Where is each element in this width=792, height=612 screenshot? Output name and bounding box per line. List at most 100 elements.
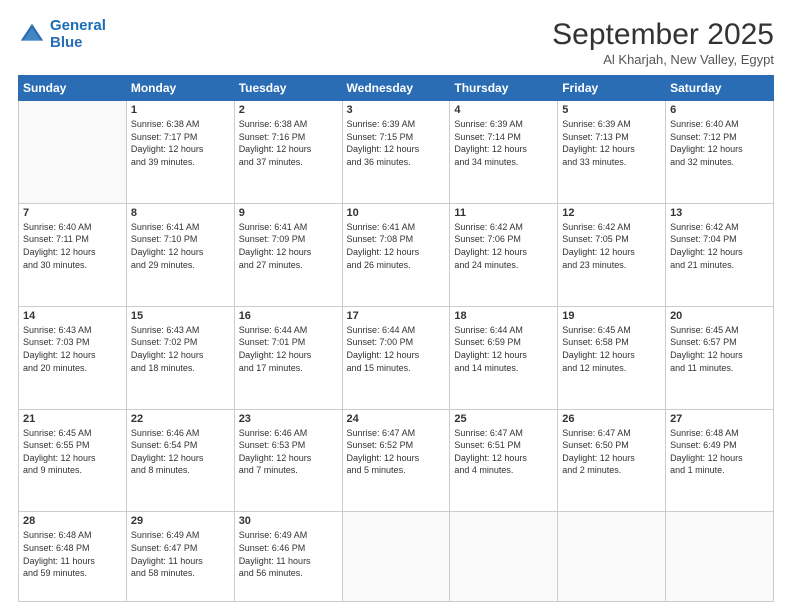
day-number: 12 — [562, 207, 661, 219]
calendar-cell: 24 Sunrise: 6:47 AM Sunset: 6:52 PM Dayli… — [342, 409, 450, 512]
day-info: Sunrise: 6:47 AM Sunset: 6:51 PM Dayligh… — [454, 427, 553, 477]
day-number: 28 — [23, 515, 122, 527]
day-number: 21 — [23, 413, 122, 425]
day-number: 24 — [347, 413, 446, 425]
day-info: Sunrise: 6:46 AM Sunset: 6:53 PM Dayligh… — [239, 427, 338, 477]
header: General Blue September 2025 Al Kharjah, … — [18, 18, 774, 67]
day-number: 23 — [239, 413, 338, 425]
calendar-cell: 17Sunrise: 6:44 AM Sunset: 7:00 PM Dayli… — [342, 306, 450, 409]
calendar-week-row: 21 Sunrise: 6:45 AM Sunset: 6:55 PM Dayli… — [19, 409, 774, 512]
day-info: Sunrise: 6:38 AM Sunset: 7:17 PM Dayligh… — [131, 118, 230, 168]
calendar-cell: 19Sunrise: 6:45 AM Sunset: 6:58 PM Dayli… — [558, 306, 666, 409]
month-title: September 2025 — [552, 18, 774, 52]
day-number: 3 — [347, 104, 446, 116]
calendar-cell — [342, 512, 450, 602]
calendar-cell: 14 Sunrise: 6:43 AM Sunset: 7:03 PM Dayli… — [19, 306, 127, 409]
calendar-cell — [450, 512, 558, 602]
day-number: 10 — [347, 207, 446, 219]
calendar-cell: 2 Sunrise: 6:38 AM Sunset: 7:16 PM Daylig… — [234, 101, 342, 204]
day-info: Sunrise: 6:49 AM Sunset: 6:46 PM Dayligh… — [239, 529, 338, 579]
calendar-cell: 18 Sunrise: 6:44 AM Sunset: 6:59 PM Dayli… — [450, 306, 558, 409]
weekday-header: Monday — [126, 76, 234, 101]
day-info: Sunrise: 6:49 AM Sunset: 6:47 PM Dayligh… — [131, 529, 230, 579]
weekday-header: Saturday — [666, 76, 774, 101]
calendar-cell: 4Sunrise: 6:39 AM Sunset: 7:14 PM Daylig… — [450, 101, 558, 204]
day-number: 26 — [562, 413, 661, 425]
calendar-cell: 12 Sunrise: 6:42 AM Sunset: 7:05 PM Dayli… — [558, 203, 666, 306]
calendar-cell: 16 Sunrise: 6:44 AM Sunset: 7:01 PM Dayli… — [234, 306, 342, 409]
day-info: Sunrise: 6:48 AM Sunset: 6:48 PM Dayligh… — [23, 529, 122, 579]
day-number: 18 — [454, 310, 553, 322]
calendar-cell: 23 Sunrise: 6:46 AM Sunset: 6:53 PM Dayli… — [234, 409, 342, 512]
calendar-cell: 30 Sunrise: 6:49 AM Sunset: 6:46 PM Dayli… — [234, 512, 342, 602]
day-info: Sunrise: 6:44 AM Sunset: 6:59 PM Dayligh… — [454, 324, 553, 374]
day-number: 7 — [23, 207, 122, 219]
day-info: Sunrise: 6:45 AM Sunset: 6:55 PM Dayligh… — [23, 427, 122, 477]
calendar-cell: 20Sunrise: 6:45 AM Sunset: 6:57 PM Dayli… — [666, 306, 774, 409]
calendar-header-row: SundayMondayTuesdayWednesdayThursdayFrid… — [19, 76, 774, 101]
day-number: 14 — [23, 310, 122, 322]
day-number: 25 — [454, 413, 553, 425]
weekday-header: Wednesday — [342, 76, 450, 101]
day-info: Sunrise: 6:47 AM Sunset: 6:52 PM Dayligh… — [347, 427, 446, 477]
calendar-cell: 5 Sunrise: 6:39 AM Sunset: 7:13 PM Daylig… — [558, 101, 666, 204]
day-number: 1 — [131, 104, 230, 116]
calendar-cell: 1 Sunrise: 6:38 AM Sunset: 7:17 PM Daylig… — [126, 101, 234, 204]
day-number: 4 — [454, 104, 553, 116]
day-info: Sunrise: 6:47 AM Sunset: 6:50 PM Dayligh… — [562, 427, 661, 477]
calendar-cell: 29Sunrise: 6:49 AM Sunset: 6:47 PM Dayli… — [126, 512, 234, 602]
day-number: 5 — [562, 104, 661, 116]
day-info: Sunrise: 6:42 AM Sunset: 7:06 PM Dayligh… — [454, 221, 553, 271]
calendar-cell: 9Sunrise: 6:41 AM Sunset: 7:09 PM Daylig… — [234, 203, 342, 306]
day-info: Sunrise: 6:38 AM Sunset: 7:16 PM Dayligh… — [239, 118, 338, 168]
logo-general: General — [50, 17, 106, 34]
day-info: Sunrise: 6:42 AM Sunset: 7:04 PM Dayligh… — [670, 221, 769, 271]
day-number: 17 — [347, 310, 446, 322]
calendar-week-row: 7Sunrise: 6:40 AM Sunset: 7:11 PM Daylig… — [19, 203, 774, 306]
calendar-cell — [666, 512, 774, 602]
weekday-header: Sunday — [19, 76, 127, 101]
day-number: 22 — [131, 413, 230, 425]
day-info: Sunrise: 6:41 AM Sunset: 7:10 PM Dayligh… — [131, 221, 230, 271]
calendar-cell: 7Sunrise: 6:40 AM Sunset: 7:11 PM Daylig… — [19, 203, 127, 306]
calendar-cell: 10 Sunrise: 6:41 AM Sunset: 7:08 PM Dayli… — [342, 203, 450, 306]
day-number: 15 — [131, 310, 230, 322]
calendar-cell: 28 Sunrise: 6:48 AM Sunset: 6:48 PM Dayli… — [19, 512, 127, 602]
day-info: Sunrise: 6:44 AM Sunset: 7:01 PM Dayligh… — [239, 324, 338, 374]
calendar-cell: 25 Sunrise: 6:47 AM Sunset: 6:51 PM Dayli… — [450, 409, 558, 512]
day-info: Sunrise: 6:45 AM Sunset: 6:57 PM Dayligh… — [670, 324, 769, 374]
weekday-header: Tuesday — [234, 76, 342, 101]
logo-icon — [18, 21, 46, 49]
day-info: Sunrise: 6:42 AM Sunset: 7:05 PM Dayligh… — [562, 221, 661, 271]
calendar-cell: 26 Sunrise: 6:47 AM Sunset: 6:50 PM Dayli… — [558, 409, 666, 512]
location: Al Kharjah, New Valley, Egypt — [552, 52, 774, 67]
day-number: 2 — [239, 104, 338, 116]
calendar-cell: 21 Sunrise: 6:45 AM Sunset: 6:55 PM Dayli… — [19, 409, 127, 512]
day-info: Sunrise: 6:40 AM Sunset: 7:12 PM Dayligh… — [670, 118, 769, 168]
day-number: 11 — [454, 207, 553, 219]
day-info: Sunrise: 6:43 AM Sunset: 7:03 PM Dayligh… — [23, 324, 122, 374]
day-info: Sunrise: 6:45 AM Sunset: 6:58 PM Dayligh… — [562, 324, 661, 374]
day-info: Sunrise: 6:39 AM Sunset: 7:13 PM Dayligh… — [562, 118, 661, 168]
day-info: Sunrise: 6:41 AM Sunset: 7:08 PM Dayligh… — [347, 221, 446, 271]
day-info: Sunrise: 6:39 AM Sunset: 7:15 PM Dayligh… — [347, 118, 446, 168]
calendar-cell: 8 Sunrise: 6:41 AM Sunset: 7:10 PM Daylig… — [126, 203, 234, 306]
day-info: Sunrise: 6:48 AM Sunset: 6:49 PM Dayligh… — [670, 427, 769, 477]
calendar-cell: 3 Sunrise: 6:39 AM Sunset: 7:15 PM Daylig… — [342, 101, 450, 204]
title-block: September 2025 Al Kharjah, New Valley, E… — [552, 18, 774, 67]
day-number: 16 — [239, 310, 338, 322]
calendar-cell — [558, 512, 666, 602]
day-number: 9 — [239, 207, 338, 219]
calendar-cell: 11 Sunrise: 6:42 AM Sunset: 7:06 PM Dayli… — [450, 203, 558, 306]
day-number: 13 — [670, 207, 769, 219]
calendar-week-row: 28 Sunrise: 6:48 AM Sunset: 6:48 PM Dayli… — [19, 512, 774, 602]
day-number: 30 — [239, 515, 338, 527]
day-info: Sunrise: 6:46 AM Sunset: 6:54 PM Dayligh… — [131, 427, 230, 477]
weekday-header: Friday — [558, 76, 666, 101]
calendar-table: SundayMondayTuesdayWednesdayThursdayFrid… — [18, 75, 774, 602]
page: General Blue September 2025 Al Kharjah, … — [0, 0, 792, 612]
day-number: 8 — [131, 207, 230, 219]
calendar-cell — [19, 101, 127, 204]
calendar-cell: 6 Sunrise: 6:40 AM Sunset: 7:12 PM Daylig… — [666, 101, 774, 204]
day-number: 6 — [670, 104, 769, 116]
